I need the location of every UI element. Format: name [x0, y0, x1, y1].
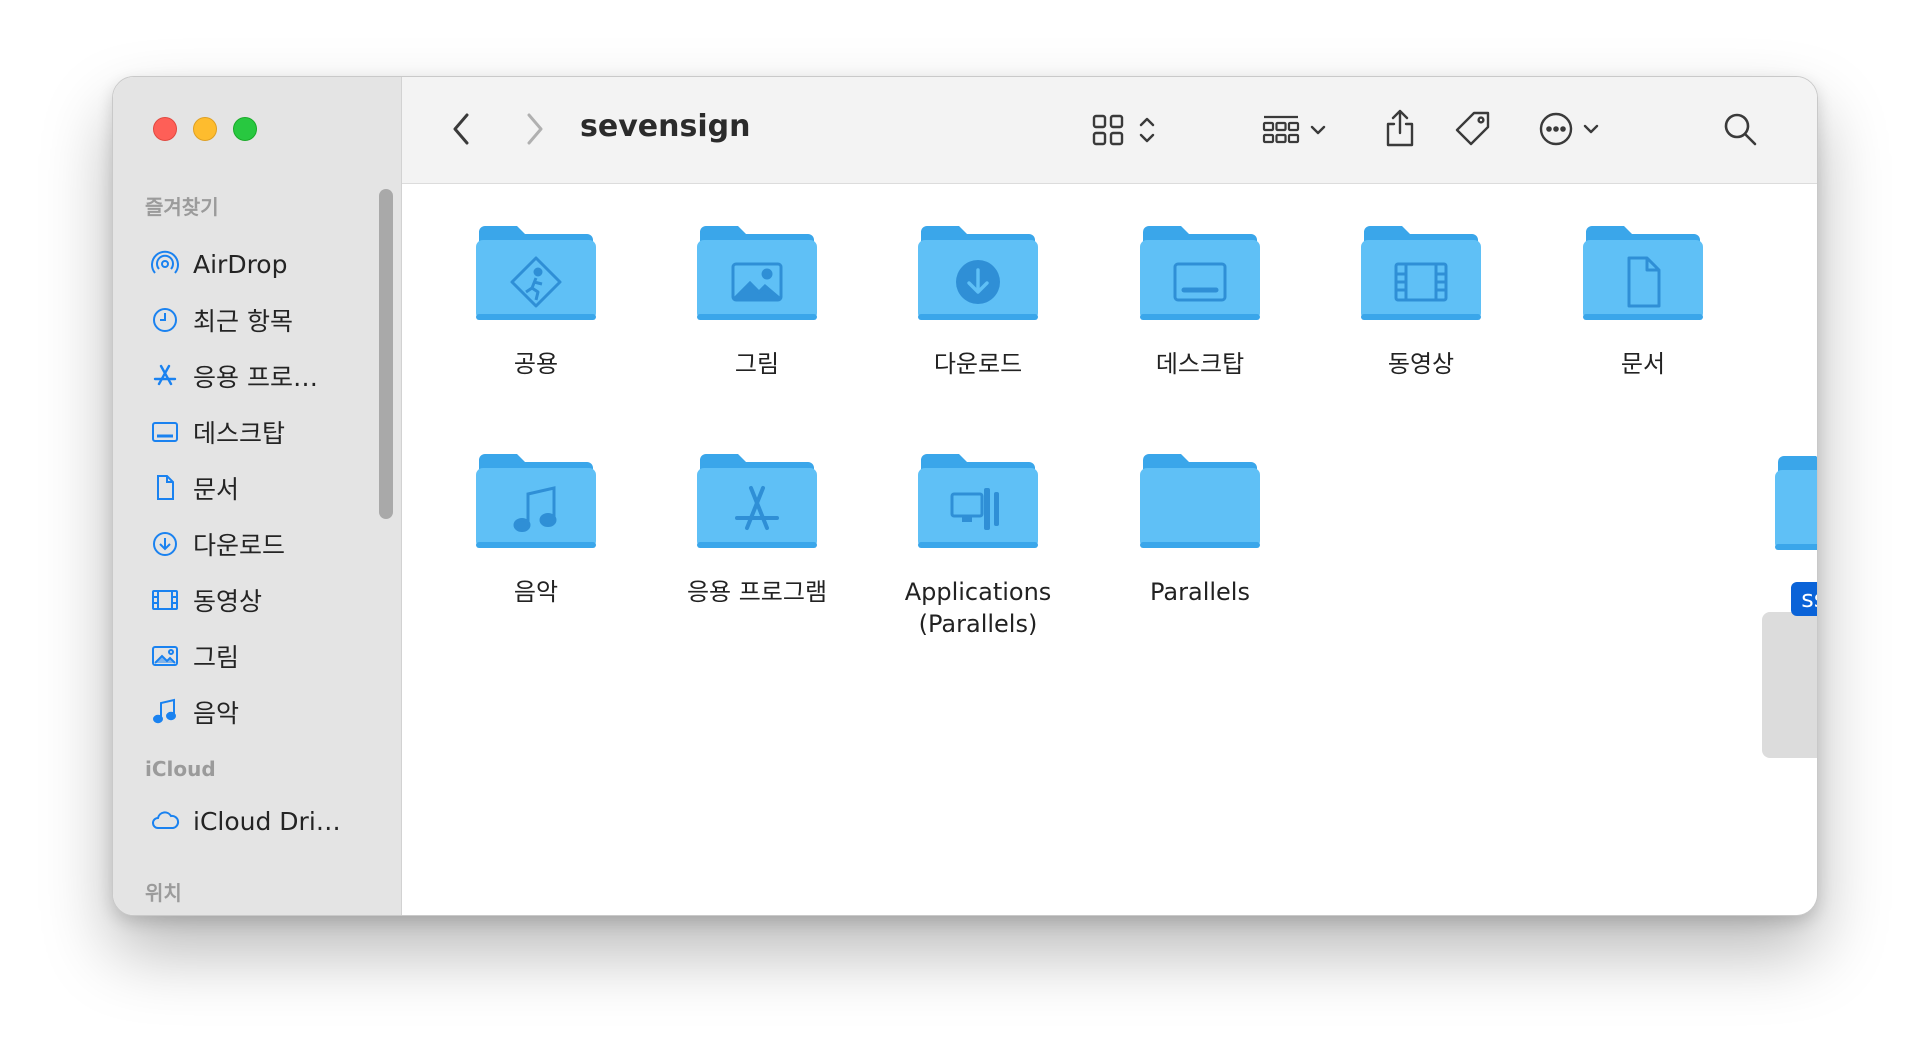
file-item-label: 문서: [1620, 350, 1666, 378]
file-item-ssdos[interactable]: ssdos: [1740, 448, 1817, 616]
view-mode-button[interactable]: [1084, 107, 1164, 153]
file-item-label: 동영상: [1387, 350, 1455, 378]
file-item-label: ssdos: [1740, 582, 1817, 616]
zoom-button[interactable]: [233, 117, 257, 141]
file-item-label: 데스크탑: [1155, 350, 1245, 378]
sidebar-item-pictures[interactable]: 그림: [149, 638, 239, 674]
chevron-down-icon: [1310, 125, 1326, 135]
chevron-down-icon: [1583, 124, 1599, 134]
sidebar-item-label: 그림: [193, 643, 240, 672]
up-down-chevron-icon: [1139, 117, 1155, 143]
search-icon: [1724, 113, 1757, 146]
sidebar-item-documents[interactable]: 문서: [149, 470, 239, 506]
file-item-label: 다운로드: [933, 350, 1023, 378]
public-folder-icon: [475, 218, 597, 324]
sidebar-item-applications[interactable]: 응용 프로…: [149, 358, 318, 394]
file-item-label: 공용: [513, 350, 559, 378]
sidebar-item-downloads[interactable]: 다운로드: [149, 526, 285, 562]
file-item-label: 그림: [734, 350, 780, 378]
documents-folder-icon: [1582, 218, 1704, 324]
icon-grid-icon: [1092, 114, 1124, 146]
desktop-folder-icon: [1139, 218, 1261, 324]
forward-button[interactable]: [514, 109, 554, 149]
apps-icon: [149, 360, 181, 392]
share-icon: [1386, 109, 1414, 147]
sidebar-scrollbar[interactable]: [379, 189, 393, 519]
sidebar-item-label: 음악: [193, 699, 240, 728]
favorites-section-label: 즐겨찾기: [145, 195, 219, 219]
sidebar-item-label: 응용 프로…: [193, 363, 318, 392]
clock-icon: [149, 304, 181, 336]
sidebar-item-recents[interactable]: 최근 항목: [149, 302, 293, 338]
download-icon: [149, 528, 181, 560]
sidebar-item-label: AirDrop: [193, 249, 288, 279]
file-item-applications[interactable]: 응용 프로그램: [662, 446, 852, 608]
file-item-label: Applications (Parallels): [904, 578, 1052, 638]
sidebar-item-label: iCloud Dri…: [193, 806, 341, 836]
movies-folder-icon: [1360, 218, 1482, 324]
sidebar-item-label: 문서: [193, 475, 240, 504]
sidebar-item-label: 다운로드: [193, 531, 286, 560]
file-item-parallels[interactable]: Parallels: [1105, 446, 1295, 608]
sidebar-item-label: 데스크탑: [193, 419, 286, 448]
sidebar-item-movies[interactable]: 동영상: [149, 582, 262, 618]
cloud-icon: [149, 805, 181, 837]
file-item-documents[interactable]: 문서: [1548, 218, 1738, 380]
file-grid: 공용 그림 다운로드 데스크탑 동영상 문서 음악 응용 프로그램 Applic…: [402, 184, 1817, 915]
music-icon: [149, 696, 181, 728]
file-item-label: 음악: [513, 578, 559, 606]
file-item-movies[interactable]: 동영상: [1326, 218, 1516, 380]
airdrop-icon: [149, 248, 181, 280]
back-button[interactable]: [442, 109, 482, 149]
photo-icon: [149, 640, 181, 672]
file-item-music[interactable]: 음악: [441, 446, 631, 608]
search-button[interactable]: [1716, 105, 1764, 153]
ellipsis-circle-icon: [1539, 112, 1573, 146]
file-item-parallels-applications[interactable]: Applications (Parallels): [883, 446, 1073, 640]
tag-button[interactable]: [1450, 105, 1498, 153]
folder-icon: [1139, 446, 1261, 552]
sidebar-item-desktop[interactable]: 데스크탑: [149, 414, 285, 450]
applications-folder-icon: [696, 446, 818, 552]
file-item-label: Parallels: [1150, 578, 1250, 606]
minimize-button[interactable]: [193, 117, 217, 141]
window-title: sevensign: [580, 109, 751, 144]
icloud-section-label: iCloud: [145, 757, 216, 781]
file-item-label: 응용 프로그램: [686, 578, 828, 606]
group-button[interactable]: [1258, 107, 1330, 153]
pictures-folder-icon: [696, 218, 818, 324]
finder-window: 즐겨찾기 AirDrop 최근 항목 응용 프로… 데스크탑 문서 다운로드 동…: [112, 76, 1818, 916]
chevron-right-icon: [527, 113, 543, 145]
window-controls: [153, 117, 257, 141]
sidebar-item-icloud-drive[interactable]: iCloud Dri…: [149, 803, 341, 839]
folder-icon: [1774, 448, 1817, 554]
sidebar: 즐겨찾기 AirDrop 최근 항목 응용 프로… 데스크탑 문서 다운로드 동…: [113, 77, 402, 915]
toolbar: sevensign: [402, 77, 1817, 184]
selection-highlight: [1762, 612, 1817, 758]
sidebar-item-label: 최근 항목: [193, 307, 293, 336]
locations-section-label: 위치: [145, 881, 182, 905]
downloads-folder-icon: [917, 218, 1039, 324]
selected-file-label: ssdos: [1791, 582, 1817, 616]
music-folder-icon: [475, 446, 597, 552]
tag-icon: [1455, 111, 1490, 146]
desktop-icon: [149, 416, 181, 448]
file-item-desktop[interactable]: 데스크탑: [1105, 218, 1295, 380]
sidebar-item-music[interactable]: 음악: [149, 694, 239, 730]
parallels-apps-folder-icon: [917, 446, 1039, 552]
document-icon: [149, 472, 181, 504]
film-icon: [149, 584, 181, 616]
file-item-pictures[interactable]: 그림: [662, 218, 852, 380]
file-item-downloads[interactable]: 다운로드: [883, 218, 1073, 380]
sidebar-item-label: 동영상: [193, 587, 263, 616]
share-button[interactable]: [1378, 103, 1422, 153]
sidebar-item-airdrop[interactable]: AirDrop: [149, 246, 287, 282]
group-grid-icon: [1262, 115, 1300, 144]
more-actions-button[interactable]: [1528, 105, 1610, 153]
close-button[interactable]: [153, 117, 177, 141]
file-item-public[interactable]: 공용: [441, 218, 631, 380]
chevron-left-icon: [453, 113, 469, 145]
